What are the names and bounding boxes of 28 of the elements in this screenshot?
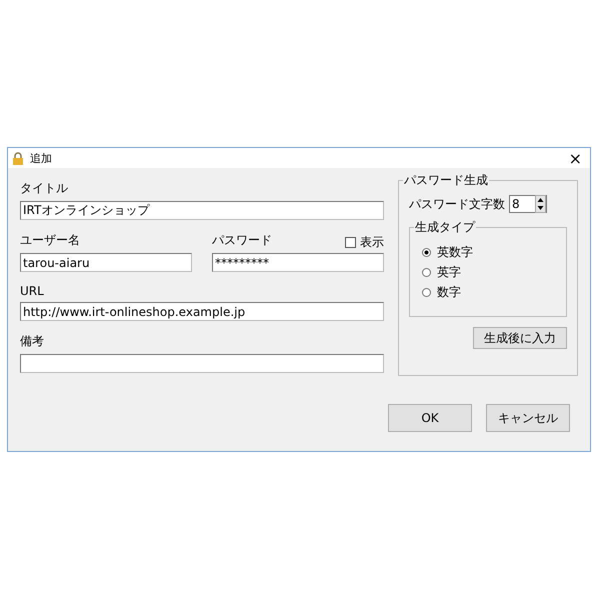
field-label: 備考: [20, 333, 45, 350]
close-button[interactable]: ×: [564, 148, 586, 168]
radio-label: 英字: [437, 264, 461, 281]
field-label: URL: [20, 284, 45, 298]
checkbox-label: 表示: [360, 234, 384, 251]
password-field[interactable]: *********: [212, 253, 384, 272]
radio-label: 数字: [437, 284, 461, 301]
field-label: タイトル: [20, 180, 69, 197]
radio-label: 英数字: [437, 244, 473, 261]
input-field[interactable]: [20, 354, 384, 373]
input-field[interactable]: IRTオンラインショップ: [20, 201, 384, 220]
radio-button[interactable]: [422, 288, 431, 297]
group-title: 生成タイプ: [414, 219, 476, 236]
checkbox[interactable]: [345, 237, 356, 248]
cancel-button[interactable]: キャンセル: [486, 404, 570, 432]
field-label: ユーザー名: [20, 232, 81, 249]
radio-button[interactable]: [422, 268, 431, 277]
radio-button[interactable]: [422, 248, 431, 257]
spinner-field[interactable]: 8: [509, 195, 547, 213]
input-field[interactable]: tarou-aiaru: [20, 253, 192, 272]
spinner-arrows-icon[interactable]: [535, 195, 546, 213]
generate-button[interactable]: 生成後に入力: [473, 327, 567, 349]
input-field[interactable]: http://www.irt-onlineshop.example.jp: [20, 302, 384, 321]
lock-icon: [12, 152, 24, 164]
window-title: 追加: [30, 150, 53, 166]
field-label: パスワード文字数: [409, 196, 505, 212]
ok-button[interactable]: OK: [388, 404, 472, 432]
field-label: パスワード: [212, 232, 272, 249]
